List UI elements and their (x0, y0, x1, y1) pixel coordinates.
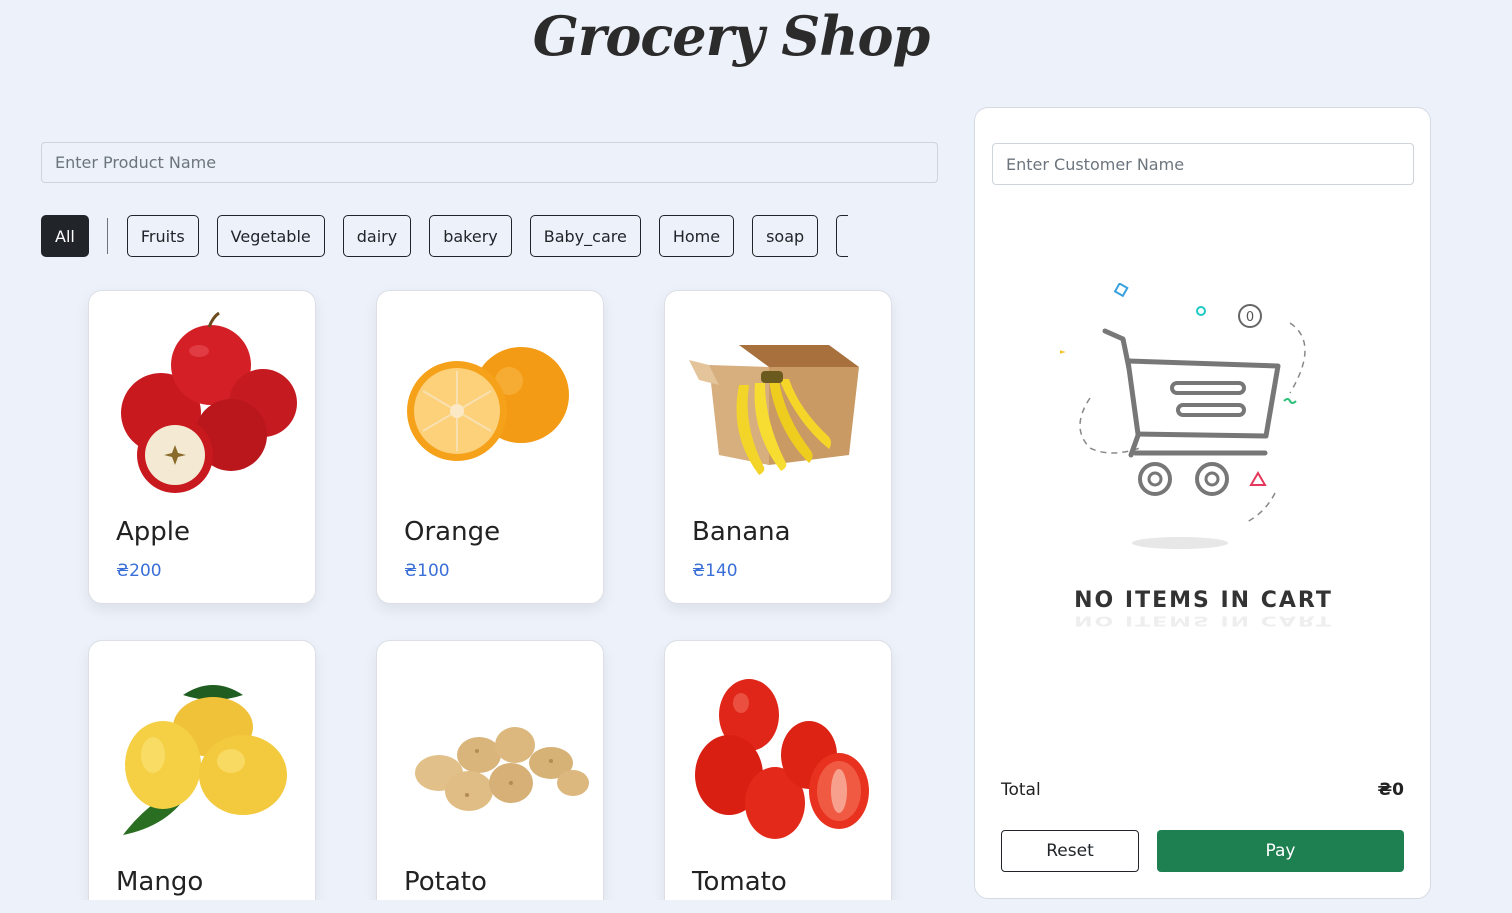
category-all-button[interactable]: All (41, 215, 89, 257)
orange-image (407, 347, 569, 461)
category-bakery-button[interactable]: bakery (429, 215, 512, 257)
empty-cart-message-reflection: NO ITEMS IN CART (1074, 613, 1333, 628)
reset-button[interactable]: Reset (1001, 830, 1139, 872)
product-name: Apple (116, 517, 191, 547)
category-soap-button[interactable]: soap (752, 215, 819, 257)
banana-image (689, 345, 859, 475)
product-name: Mango (116, 867, 204, 897)
viewport-bottom-edge (0, 900, 960, 913)
product-card-apple[interactable]: Apple ₴200 (88, 290, 316, 604)
category-divider (106, 218, 108, 254)
product-name: Tomato (692, 867, 787, 897)
product-card-potato[interactable]: Potato (376, 640, 604, 913)
empty-cart-illustration: 0 (1060, 283, 1306, 549)
category-vegetable-button[interactable]: Vegetable (216, 215, 325, 257)
svg-text:0: 0 (1246, 310, 1254, 325)
cart-panel: 0 NO ITEMS IN CART NO ITEMS IN CART Tota… (974, 107, 1431, 899)
empty-cart-message: NO ITEMS IN CART (1074, 588, 1333, 613)
potato-image (415, 727, 589, 811)
category-next-button-partial[interactable] (836, 215, 849, 257)
product-name: Potato (404, 867, 487, 897)
total-value: ₴0 (1377, 780, 1404, 800)
apple-image (121, 311, 297, 493)
page-title: Grocery Shop (532, 4, 930, 68)
mango-image (123, 685, 287, 835)
category-home-button[interactable]: Home (658, 215, 735, 257)
product-card-mango[interactable]: Mango (88, 640, 316, 913)
customer-name-input[interactable] (992, 143, 1414, 185)
category-filter-bar: All Fruits Vegetable dairy bakery Baby_c… (41, 215, 895, 257)
category-baby-care-button[interactable]: Baby_care (529, 215, 641, 257)
pay-button[interactable]: Pay (1157, 830, 1404, 872)
tomato-image (695, 679, 869, 839)
product-price: ₴200 (116, 561, 162, 581)
total-label: Total (1001, 780, 1041, 800)
product-card-orange[interactable]: Orange ₴100 (376, 290, 604, 604)
category-dairy-button[interactable]: dairy (342, 215, 412, 257)
product-price: ₴140 (692, 561, 738, 581)
product-name: Orange (404, 517, 501, 547)
product-card-banana[interactable]: Banana ₴140 (664, 290, 892, 604)
product-search-input[interactable] (41, 142, 938, 183)
product-name: Banana (692, 517, 791, 547)
category-fruits-button[interactable]: Fruits (126, 215, 199, 257)
product-card-tomato[interactable]: Tomato (664, 640, 892, 913)
product-price: ₴100 (404, 561, 450, 581)
